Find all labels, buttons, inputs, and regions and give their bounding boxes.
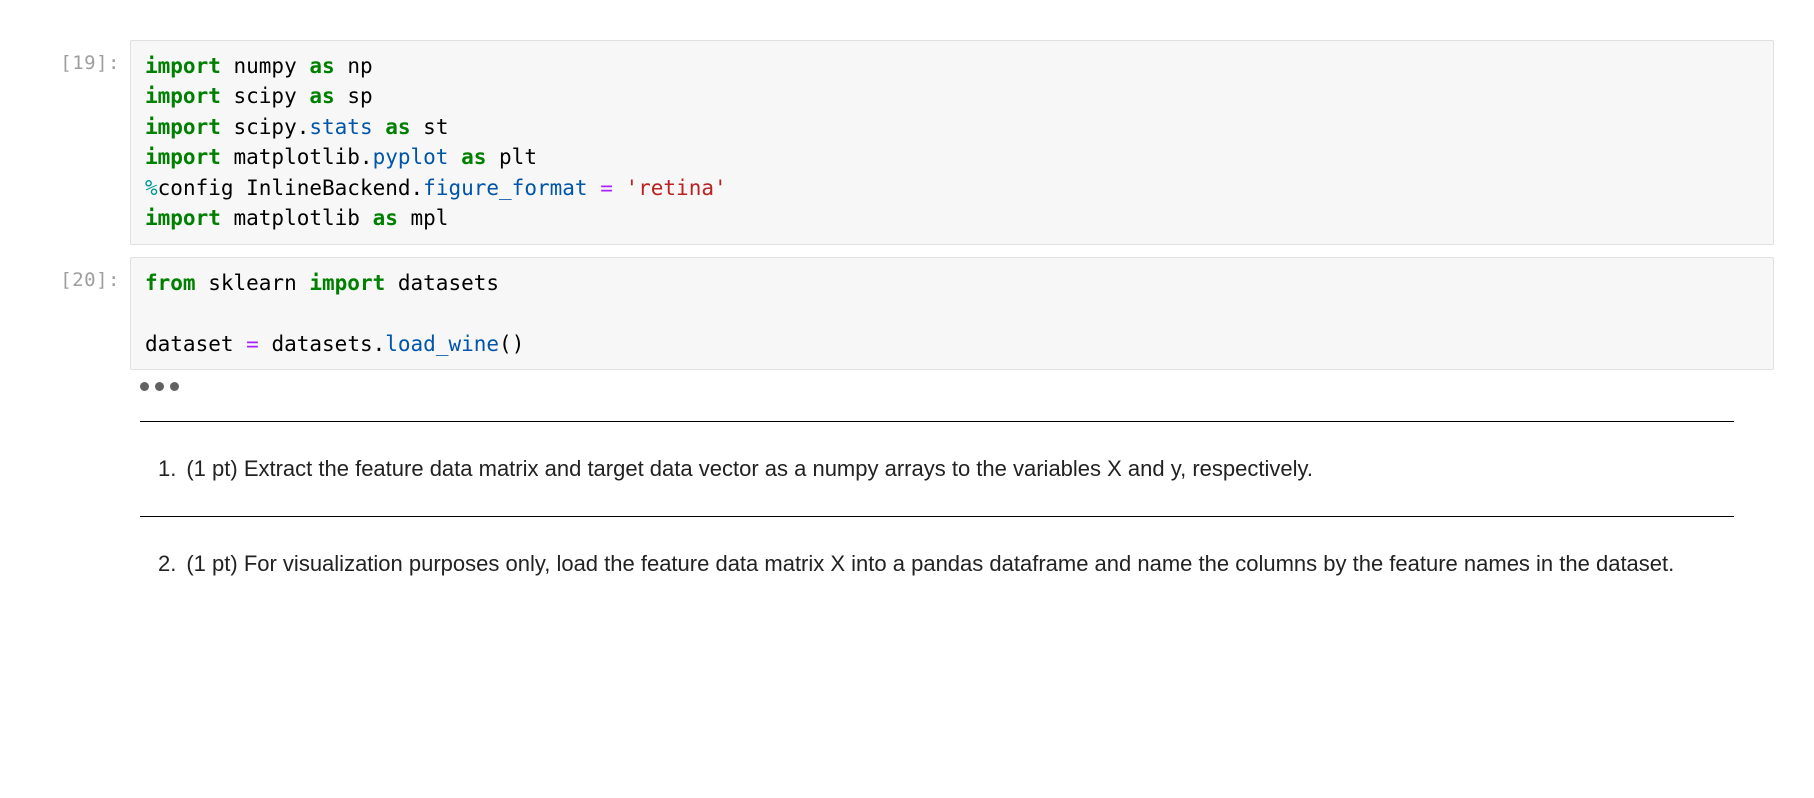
code-text: matplotlib (221, 206, 373, 230)
keyword-import: import (145, 206, 221, 230)
keyword-import: import (309, 271, 385, 295)
code-attr: pyplot (373, 145, 462, 169)
question-number: 2. (158, 547, 176, 581)
code-cell[interactable]: [20]: from sklearn import datasets datas… (40, 257, 1774, 370)
divider (140, 516, 1734, 517)
keyword-from: from (145, 271, 196, 295)
keyword-as: as (309, 54, 334, 78)
dot-icon (155, 382, 164, 391)
keyword-import: import (145, 84, 221, 108)
code-text: mpl (398, 206, 449, 230)
keyword-import: import (145, 145, 221, 169)
code-text: datasets (385, 271, 499, 295)
divider (140, 421, 1734, 422)
question-item: 1. (1 pt) Extract the feature data matri… (158, 452, 1734, 486)
code-text: st (411, 115, 449, 139)
code-attr: stats (309, 115, 385, 139)
keyword-import: import (145, 54, 221, 78)
code-text: scipy (221, 84, 310, 108)
keyword-as: as (309, 84, 334, 108)
operator: = (246, 332, 259, 356)
question-text: (1 pt) For visualization purposes only, … (186, 547, 1734, 581)
question-text: (1 pt) Extract the feature data matrix a… (186, 452, 1734, 486)
parentheses: () (499, 332, 524, 356)
keyword-as: as (385, 115, 410, 139)
code-cell[interactable]: [19]: import numpy as np import scipy as… (40, 40, 1774, 245)
code-text: dataset (145, 332, 246, 356)
code-text: np (335, 54, 373, 78)
code-input-area[interactable]: from sklearn import datasets dataset = d… (130, 257, 1774, 370)
cell-prompt: [19]: (40, 40, 130, 74)
collapsed-indicator[interactable] (40, 382, 1774, 391)
code-attr: load_wine (385, 332, 499, 356)
dot-icon (170, 382, 179, 391)
operator: = (600, 176, 613, 200)
code-text: scipy. (221, 115, 310, 139)
question-number: 1. (158, 452, 176, 486)
cell-prompt: [20]: (40, 257, 130, 291)
code-text: matplotlib. (221, 145, 373, 169)
keyword-as: as (373, 206, 398, 230)
keyword-import: import (145, 115, 221, 139)
dot-icon (140, 382, 149, 391)
magic-prefix: % (145, 176, 158, 200)
code-input-area[interactable]: import numpy as np import scipy as sp im… (130, 40, 1774, 245)
code-text: numpy (221, 54, 310, 78)
question-item: 2. (1 pt) For visualization purposes onl… (158, 547, 1734, 581)
code-text: plt (486, 145, 537, 169)
code-text: datasets. (259, 332, 385, 356)
code-text: sklearn (196, 271, 310, 295)
markdown-cell[interactable]: 1. (1 pt) Extract the feature data matri… (140, 421, 1734, 581)
code-text: sp (335, 84, 373, 108)
keyword-as: as (461, 145, 486, 169)
code-text: config InlineBackend. (158, 176, 424, 200)
string-literal: 'retina' (613, 176, 727, 200)
code-attr: figure_format (423, 176, 600, 200)
